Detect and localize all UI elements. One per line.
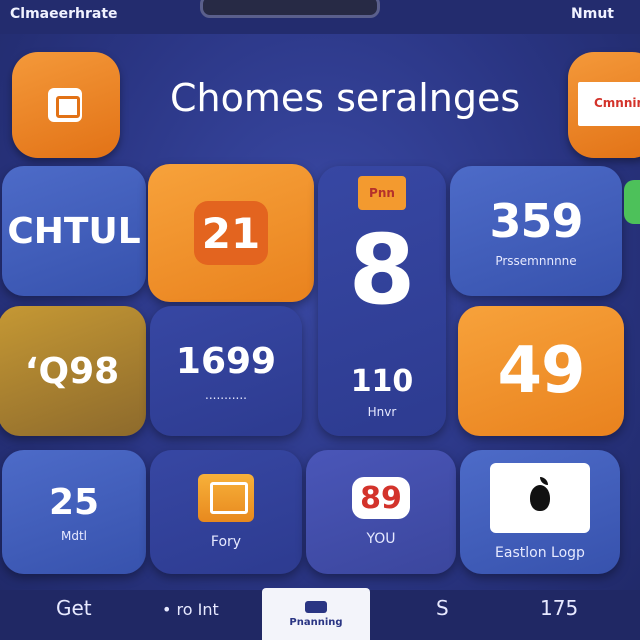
tile-25[interactable]: 25 Mdtl	[2, 450, 146, 574]
status-bar: Clmaeerhrate Nmut	[0, 0, 640, 34]
folder-icon	[48, 88, 82, 122]
green-edge-tile[interactable]	[624, 180, 640, 224]
tile-49-value: 49	[497, 334, 585, 408]
tile-you-sub: YOU	[366, 531, 396, 547]
tile-tall[interactable]: Pnn 8 110 Hnvr	[318, 166, 446, 436]
corner-right-label: Cmnnin	[578, 82, 640, 126]
tile-359-value: 359	[489, 194, 583, 248]
tile-25-sub: Mdtl	[60, 528, 87, 543]
tab-get[interactable]: Get	[56, 596, 92, 620]
page-title: Chomes seralnges	[170, 76, 521, 120]
tile-chtul-label: CHTUL	[7, 210, 141, 252]
app-icon-right[interactable]: Cmnnin	[568, 52, 640, 158]
briefcase-icon	[198, 474, 254, 522]
tile-you-icon: 89	[352, 477, 410, 519]
tile-you[interactable]: 89 YOU	[306, 450, 456, 574]
tile-1699-value: 1699	[175, 340, 277, 382]
tab-175[interactable]: 175	[540, 596, 578, 620]
tab-active-icon	[305, 600, 327, 613]
tile-chtul[interactable]: CHTUL	[2, 166, 146, 296]
status-right: Nmut	[571, 6, 614, 22]
tile-gold-value: ‘Q98	[24, 350, 120, 392]
tile-gold[interactable]: ‘Q98	[0, 306, 146, 436]
tall-number: 110	[350, 364, 414, 399]
tab-active-label: Pnanning	[289, 616, 343, 628]
tall-tag-icon: Pnn	[358, 176, 406, 210]
tile-359-sub: Prssemnnnne	[495, 254, 577, 268]
apple-icon	[490, 463, 590, 533]
device-notch	[200, 0, 380, 18]
status-left: Clmaeerhrate	[10, 6, 118, 22]
tile-fory-sub: Fory	[210, 534, 242, 550]
tile-orange-21-badge: 21	[194, 201, 268, 265]
tab-active[interactable]: Pnanning	[262, 588, 370, 640]
app-icon-left[interactable]	[12, 52, 120, 158]
tile-1699-sub: ...........	[205, 387, 247, 402]
tab-s[interactable]: S	[436, 596, 449, 620]
tile-25-value: 25	[48, 481, 100, 523]
tab-fonit[interactable]: • ro Int	[162, 600, 219, 619]
tile-1699[interactable]: 1699 ...........	[150, 306, 302, 436]
tile-orange-21-value: 21	[201, 208, 261, 258]
tile-apple[interactable]: Eastlon Logp	[460, 450, 620, 574]
tile-orange-21[interactable]: 21	[148, 164, 314, 302]
tall-big-value: 8	[348, 214, 416, 326]
tall-sub: Hnvr	[367, 405, 397, 419]
tile-fory[interactable]: Fory	[150, 450, 302, 574]
tile-apple-sub: Eastlon Logp	[495, 545, 585, 561]
tile-49[interactable]: 49	[458, 306, 624, 436]
tile-359[interactable]: 359 Prssemnnnne	[450, 166, 622, 296]
